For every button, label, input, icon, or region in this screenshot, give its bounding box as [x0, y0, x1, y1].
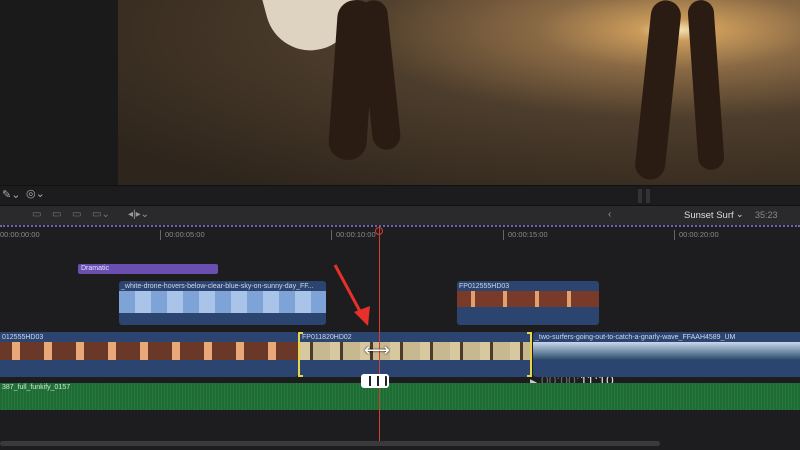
ruler-label: 00:00:05:00 — [160, 230, 205, 240]
viewer-toolbar: ✎⌄ ◎⌄ ▶ 00:00:11:10 — [0, 185, 800, 388]
primary-clip-012555hd03[interactable]: 012555HD03 — [0, 332, 298, 377]
surfer-leg — [687, 0, 725, 171]
project-duration: 35:23 — [755, 210, 778, 220]
clip-thumbnails — [0, 342, 298, 360]
speed-gauge-icon[interactable]: ◎⌄ — [26, 187, 45, 200]
surfer-leg — [633, 0, 683, 182]
tool-select-icon[interactable]: ✎⌄ — [2, 188, 20, 201]
ruler-label: 00:00:15:00 — [503, 230, 548, 240]
ruler-label: 00:00:20:00 — [674, 230, 719, 240]
title-clip-dramatic[interactable]: Dramatic — [78, 264, 218, 274]
video-viewer — [118, 0, 800, 185]
clip-label: FP012555HD03 — [459, 283, 510, 290]
clip-thumbnails — [119, 291, 326, 313]
audio-clip[interactable]: 387_full_funkify_0157 — [0, 383, 800, 410]
viewer-sidebar — [0, 0, 118, 185]
insert-clip-icon[interactable]: ▭ — [52, 209, 61, 220]
timeline-toolbar: ▭ ▭ ▭ ▭⌄ ◂|▸⌄ ‹ Sunset Surf ⌄ 35:23 — [0, 205, 800, 225]
connected-clip-drone[interactable]: _white-drone-hovers-below-clear-blue-sky… — [119, 281, 326, 325]
chevron-down-icon[interactable]: ⌄ — [736, 209, 744, 220]
clip-label: 387_full_funkify_0157 — [2, 384, 71, 391]
back-chevron-icon[interactable]: ‹ — [608, 209, 611, 220]
audio-meter — [646, 189, 650, 203]
connected-clip-fp012555hd03[interactable]: FP012555HD03 — [457, 281, 599, 325]
ruler-label: 00:00:10:00 — [331, 230, 376, 240]
clip-label: _two-surfers-going-out-to-catch-a-gnarly… — [535, 334, 736, 341]
clip-thumbnails — [300, 342, 531, 360]
connect-clip-icon[interactable]: ▭ — [32, 209, 41, 220]
ruler-label: 00:00:00:00 — [0, 230, 40, 239]
timeline-scrollbar[interactable] — [0, 441, 660, 446]
primary-clip-two-surfers[interactable]: _two-surfers-going-out-to-catch-a-gnarly… — [533, 332, 800, 377]
primary-clip-fp011820hd02[interactable]: FP011820HD02 — [300, 332, 531, 377]
audio-meter — [638, 189, 642, 203]
timeline-ruler[interactable]: 00:00:00:00 00:00:05:00 00:00:10:00 00:0… — [0, 225, 800, 240]
clip-label: 012555HD03 — [2, 334, 44, 341]
append-clip-icon[interactable]: ▭ — [72, 209, 81, 220]
playhead-handle[interactable] — [375, 227, 383, 235]
roll-trim-cursor-icon: ⟷ — [364, 340, 390, 360]
clip-label: FP011820HD02 — [302, 334, 352, 341]
project-name[interactable]: Sunset Surf — [684, 210, 734, 221]
roll-tool-icon — [361, 374, 389, 388]
overwrite-clip-icon[interactable]: ▭⌄ — [92, 209, 110, 220]
clip-label: _white-drone-hovers-below-clear-blue-sky… — [121, 283, 314, 290]
clip-thumbnails — [533, 342, 800, 360]
red-arrow-annotation — [333, 264, 370, 326]
selection-bracket-right[interactable] — [527, 332, 532, 377]
selection-bracket-left[interactable] — [298, 332, 303, 377]
clip-thumbnails — [457, 291, 599, 307]
trim-tool-icon[interactable]: ◂|▸⌄ — [128, 209, 149, 220]
